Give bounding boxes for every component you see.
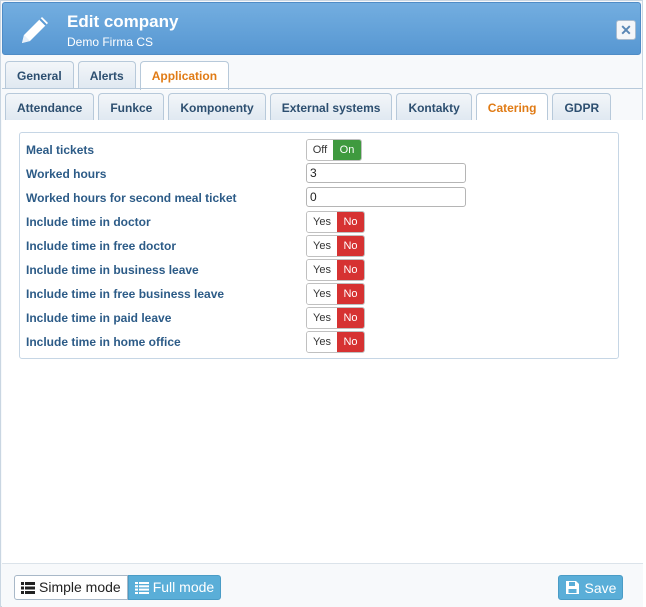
free-business-leave-toggle[interactable]: Yes No [306,283,365,305]
simple-mode-label: Simple mode [39,579,121,595]
no-option[interactable]: No [337,308,364,328]
dialog-title: Edit company [67,12,179,31]
yes-option[interactable]: Yes [307,236,337,256]
off-option[interactable]: Off [307,140,333,160]
worked-hours-second-row: Worked hours for second meal ticket 0 [25,187,615,209]
free-doctor-toggle[interactable]: Yes No [306,235,365,257]
yes-option[interactable]: Yes [307,260,337,280]
full-mode-button[interactable]: Full mode [127,575,222,600]
tab-application[interactable]: Application [139,61,230,90]
close-icon[interactable]: ✕ [616,20,636,40]
pencil-icon [22,17,48,43]
no-option[interactable]: No [337,236,364,256]
toggle-label: Include time in business leave [26,263,199,277]
tab-kontakty[interactable]: Kontakty [396,93,472,121]
worked-hours-row: Worked hours 3 [25,163,615,185]
edit-company-dialog: Edit company Demo Firma CS ✕ General Ale… [0,0,643,607]
tab-funkce[interactable]: Funkce [98,93,165,121]
tab-catering[interactable]: Catering [475,93,549,122]
tab-content: Meal tickets Off On Worked hours 3 Worke… [2,120,643,563]
save-label: Save [584,579,617,596]
tab-external-systems[interactable]: External systems [269,93,393,121]
toggle-row: Include time in home office Yes No [25,331,615,353]
meal-tickets-row: Meal tickets Off On [25,139,615,161]
no-option[interactable]: No [337,212,364,232]
doctor-toggle[interactable]: Yes No [306,211,365,233]
on-option[interactable]: On [333,140,361,160]
tab-divider [2,88,642,89]
toggle-row: Include time in free doctor Yes No [25,235,615,257]
toggle-label: Include time in doctor [26,215,151,229]
toggle-label: Include time in free doctor [26,239,177,253]
save-button[interactable]: Save [558,575,623,600]
mode-switch: Simple mode Full mode [14,575,222,600]
worked-hours-label: Worked hours [26,167,107,181]
dialog-header: Edit company Demo Firma CS ✕ [2,2,641,55]
tab-alerts[interactable]: Alerts [77,61,136,89]
dialog-subtitle: Demo Firma CS [67,35,154,49]
tab-attendance[interactable]: Attendance [5,93,95,121]
list-detail-icon [134,581,149,594]
no-option[interactable]: No [337,332,364,352]
tab-komponenty[interactable]: Komponenty [168,93,266,121]
list-icon [21,581,35,594]
full-mode-label: Full mode [152,579,215,595]
worked-hours-second-label: Worked hours for second meal ticket [26,191,237,205]
secondary-tabs: Attendance Funkce Komponenty External sy… [5,93,615,122]
toggle-label: Include time in paid leave [26,311,172,325]
worked-hours-second-input[interactable]: 0 [306,187,466,207]
floppy-disk-icon [565,581,579,594]
yes-option[interactable]: Yes [307,308,337,328]
yes-option[interactable]: Yes [307,332,337,352]
catering-panel: Meal tickets Off On Worked hours 3 Worke… [19,132,619,359]
meal-tickets-label: Meal tickets [26,143,95,157]
worked-hours-input[interactable]: 3 [306,163,466,183]
toggle-label: Include time in free business leave [26,287,225,301]
no-option[interactable]: No [337,260,364,280]
toggle-row: Include time in paid leave Yes No [25,307,615,329]
yes-option[interactable]: Yes [307,212,337,232]
simple-mode-button[interactable]: Simple mode [14,575,128,600]
dialog-footer: Simple mode Full mode Save [2,563,643,607]
no-option[interactable]: No [337,284,364,304]
toggle-row: Include time in free business leave Yes … [25,283,615,305]
home-office-toggle[interactable]: Yes No [306,331,365,353]
toggle-row: Include time in doctor Yes No [25,211,615,233]
yes-option[interactable]: Yes [307,284,337,304]
primary-tabs: General Alerts Application [5,61,233,90]
tab-gdpr[interactable]: GDPR [552,93,612,121]
paid-leave-toggle[interactable]: Yes No [306,307,365,329]
toggle-label: Include time in home office [26,335,181,349]
toggle-row: Include time in business leave Yes No [25,259,615,281]
meal-tickets-toggle[interactable]: Off On [306,139,362,161]
tab-general[interactable]: General [5,61,74,89]
business-leave-toggle[interactable]: Yes No [306,259,365,281]
